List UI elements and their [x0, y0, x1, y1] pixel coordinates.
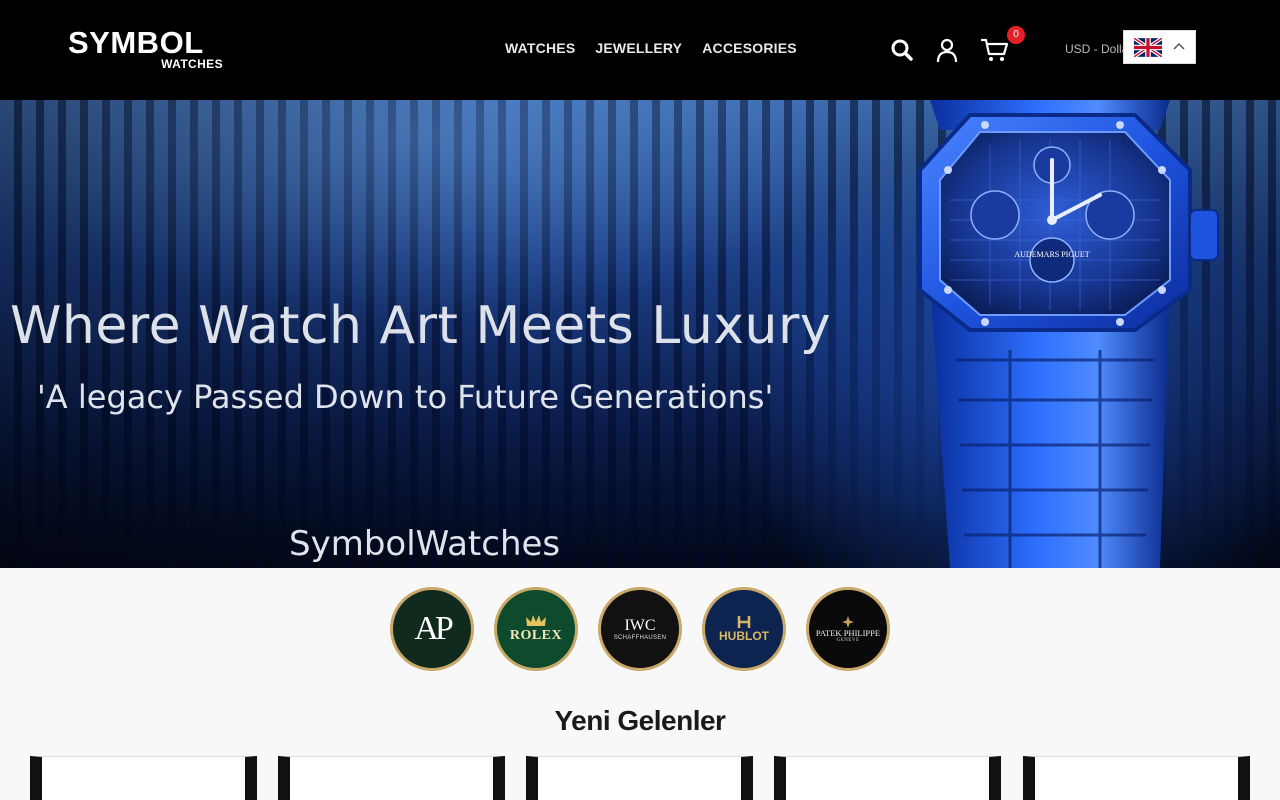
- user-icon[interactable]: [934, 37, 960, 63]
- site-header: SYMBOL WATCHES WATCHES JEWELLERY ACCESOR…: [0, 0, 1280, 100]
- brand-iwc[interactable]: IWC SCHAFFHAUSEN: [598, 587, 682, 671]
- brand-hublot[interactable]: HUBLOT: [702, 587, 786, 671]
- calatrava-cross-icon: [842, 615, 854, 628]
- hero-banner[interactable]: AUDEMARS PIGUET Where Watch Art Meets Lu…: [0, 100, 1280, 568]
- product-card[interactable]: [30, 756, 257, 800]
- search-icon[interactable]: [889, 37, 915, 63]
- hublot-h-icon: [737, 616, 751, 628]
- hero-subtitle: 'A legacy Passed Down to Future Generati…: [37, 378, 774, 416]
- nav-jewellery[interactable]: JEWELLERY: [595, 40, 682, 56]
- symbol-watches-logo[interactable]: SYMBOL WATCHES: [68, 26, 228, 74]
- chevron-up-icon: [1173, 42, 1185, 50]
- crown-icon: [526, 615, 546, 626]
- brand-sublabel: SCHAFFHAUSEN: [613, 635, 667, 641]
- brand-label: HUBLOT: [719, 629, 769, 643]
- brand-label: IWC: [624, 617, 656, 634]
- logo-subtitle: WATCHES: [161, 57, 223, 71]
- main-nav: WATCHES JEWELLERY ACCESORIES: [505, 40, 797, 56]
- product-grid: [30, 756, 1250, 800]
- brand-label: PATEK PHILIPPE: [815, 627, 881, 638]
- nav-accesories[interactable]: ACCESORIES: [702, 40, 797, 56]
- cart-icon[interactable]: [980, 37, 1010, 63]
- brand-audemars-piguet[interactable]: AP: [390, 587, 474, 671]
- brand-list: AP ROLEX IWC SCHAFFHAUSEN HUBLOT PATEK P…: [390, 587, 890, 671]
- hero-title: Where Watch Art Meets Luxury: [10, 296, 832, 356]
- product-card[interactable]: [774, 756, 1001, 800]
- brand-label: ROLEX: [509, 628, 563, 643]
- product-card[interactable]: [278, 756, 505, 800]
- brand-sublabel: GENEVE: [836, 637, 860, 643]
- product-card[interactable]: [526, 756, 753, 800]
- nav-watches[interactable]: WATCHES: [505, 40, 575, 56]
- product-card[interactable]: [1023, 756, 1250, 800]
- new-arrivals-title: Yeni Gelenler: [554, 705, 726, 736]
- uk-flag-icon: [1134, 38, 1162, 57]
- brand-label: AP: [414, 610, 454, 647]
- logo-wordmark: SYMBOL: [68, 25, 204, 60]
- cart-count-badge: 0: [1007, 26, 1025, 44]
- brand-rolex[interactable]: ROLEX: [494, 587, 578, 671]
- brand-patek-philippe[interactable]: PATEK PHILIPPE GENEVE: [806, 587, 890, 671]
- hero-brand-name: SymbolWatches: [289, 524, 561, 564]
- language-selector[interactable]: [1123, 30, 1196, 64]
- watch-dial-brand: AUDEMARS PIGUET: [1014, 250, 1089, 259]
- watch-image: AUDEMARS PIGUET: [918, 100, 1219, 568]
